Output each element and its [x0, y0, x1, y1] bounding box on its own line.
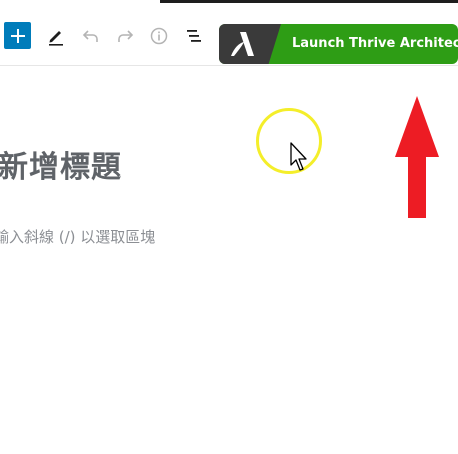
redo-button[interactable] [111, 22, 139, 50]
launch-button-label: Launch Thrive Architect [292, 36, 458, 51]
default-block-appender[interactable]: 輸入斜線 (/) 以選取區塊 [0, 226, 155, 247]
tools-button[interactable] [42, 22, 70, 50]
editor-screen: Launch Thrive Architect 新增標題 輸入斜線 (/) 以選… [0, 0, 458, 454]
info-icon [150, 27, 168, 45]
undo-icon [82, 30, 98, 42]
list-view-icon [187, 30, 201, 42]
cursor-highlight-circle [256, 108, 322, 174]
up-arrow-annotation-icon [395, 96, 439, 218]
list-view-button[interactable] [180, 22, 208, 50]
editor-toolbar: Launch Thrive Architect [0, 8, 458, 66]
add-block-button[interactable] [4, 22, 31, 49]
editor-canvas[interactable]: 新增標題 輸入斜線 (/) 以選取區塊 [0, 66, 458, 454]
top-admin-strip [0, 0, 458, 8]
undo-button[interactable] [77, 22, 105, 50]
thrive-architect-logo-icon [231, 32, 254, 56]
pencil-icon [49, 31, 63, 46]
post-title-input[interactable]: 新增標題 [0, 142, 122, 186]
details-button[interactable] [145, 22, 173, 50]
plus-icon [10, 28, 25, 43]
redo-icon [118, 30, 134, 42]
mouse-pointer-icon [290, 142, 307, 171]
launch-thrive-architect-button[interactable]: Launch Thrive Architect [219, 24, 458, 64]
admin-bar-edge [160, 0, 458, 3]
